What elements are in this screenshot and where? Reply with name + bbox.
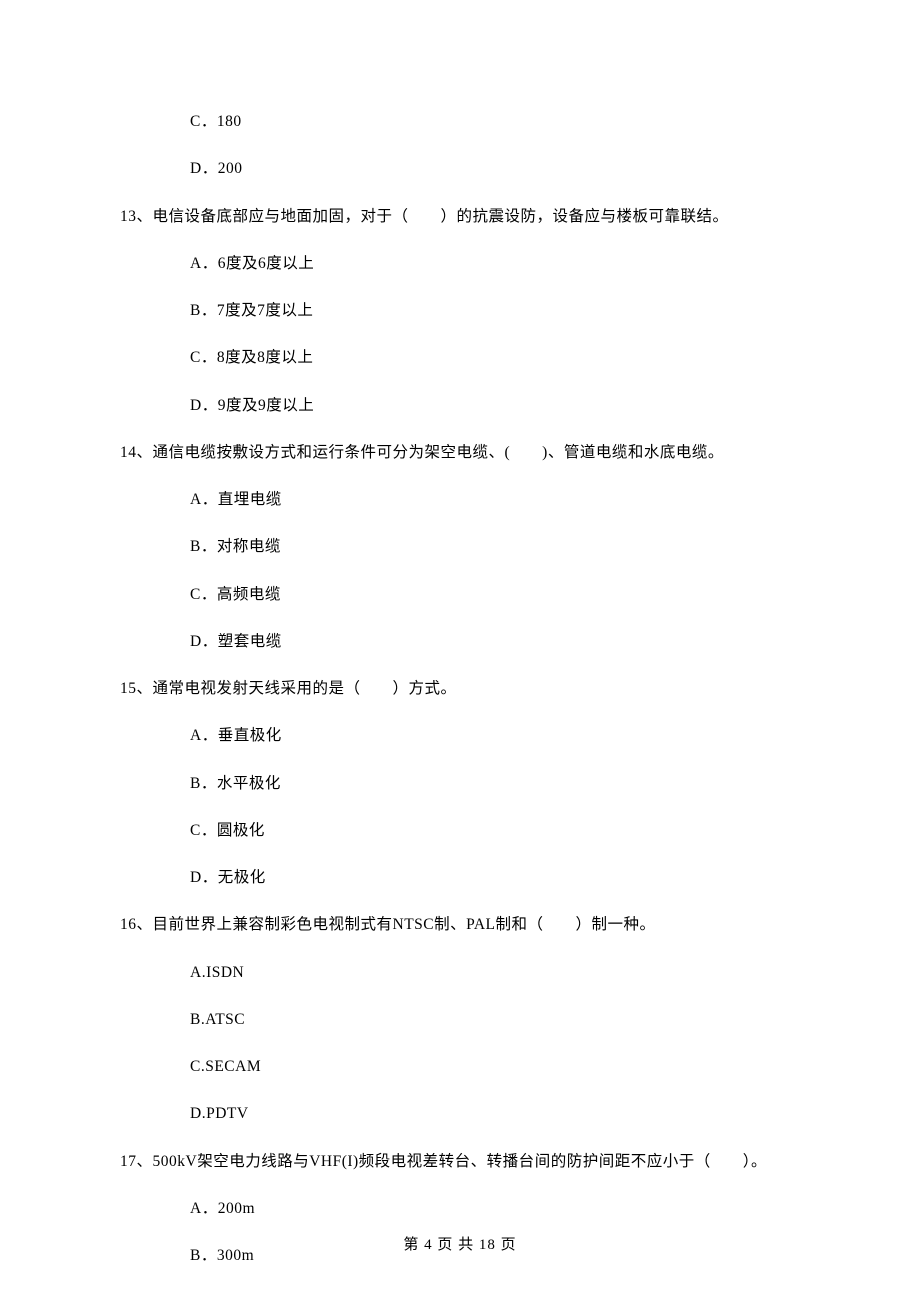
question-stem: 15、通常电视发射天线采用的是（ ）方式。 bbox=[120, 677, 800, 700]
option-item: B．水平极化 bbox=[120, 772, 800, 795]
option-item: A．200m bbox=[120, 1197, 800, 1220]
option-item: D．塑套电缆 bbox=[120, 630, 800, 653]
option-item: B.ATSC bbox=[120, 1008, 800, 1031]
question-stem: 16、目前世界上兼容制彩色电视制式有NTSC制、PAL制和（ ）制一种。 bbox=[120, 913, 800, 936]
option-item: A.ISDN bbox=[120, 961, 800, 984]
page-footer: 第 4 页 共 18 页 bbox=[0, 1233, 920, 1254]
option-item: B．对称电缆 bbox=[120, 535, 800, 558]
option-item: A．6度及6度以上 bbox=[120, 252, 800, 275]
option-item: D．无极化 bbox=[120, 866, 800, 889]
option-item: D．9度及9度以上 bbox=[120, 394, 800, 417]
question-stem: 17、500kV架空电力线路与VHF(I)频段电视差转台、转播台间的防护间距不应… bbox=[120, 1150, 800, 1173]
option-item: C.SECAM bbox=[120, 1055, 800, 1078]
option-item: C．高频电缆 bbox=[120, 583, 800, 606]
option-item: D．200 bbox=[120, 157, 800, 180]
option-item: C．圆极化 bbox=[120, 819, 800, 842]
option-item: C．8度及8度以上 bbox=[120, 346, 800, 369]
page-content: C．180 D．200 13、电信设备底部应与地面加固，对于（ ）的抗震设防，设… bbox=[0, 0, 920, 1267]
option-item: A．垂直极化 bbox=[120, 724, 800, 747]
question-stem: 14、通信电缆按敷设方式和运行条件可分为架空电缆、( )、管道电缆和水底电缆。 bbox=[120, 441, 800, 464]
option-item: D.PDTV bbox=[120, 1102, 800, 1125]
option-item: A．直埋电缆 bbox=[120, 488, 800, 511]
option-item: C．180 bbox=[120, 110, 800, 133]
question-stem: 13、电信设备底部应与地面加固，对于（ ）的抗震设防，设备应与楼板可靠联结。 bbox=[120, 205, 800, 228]
option-item: B．7度及7度以上 bbox=[120, 299, 800, 322]
